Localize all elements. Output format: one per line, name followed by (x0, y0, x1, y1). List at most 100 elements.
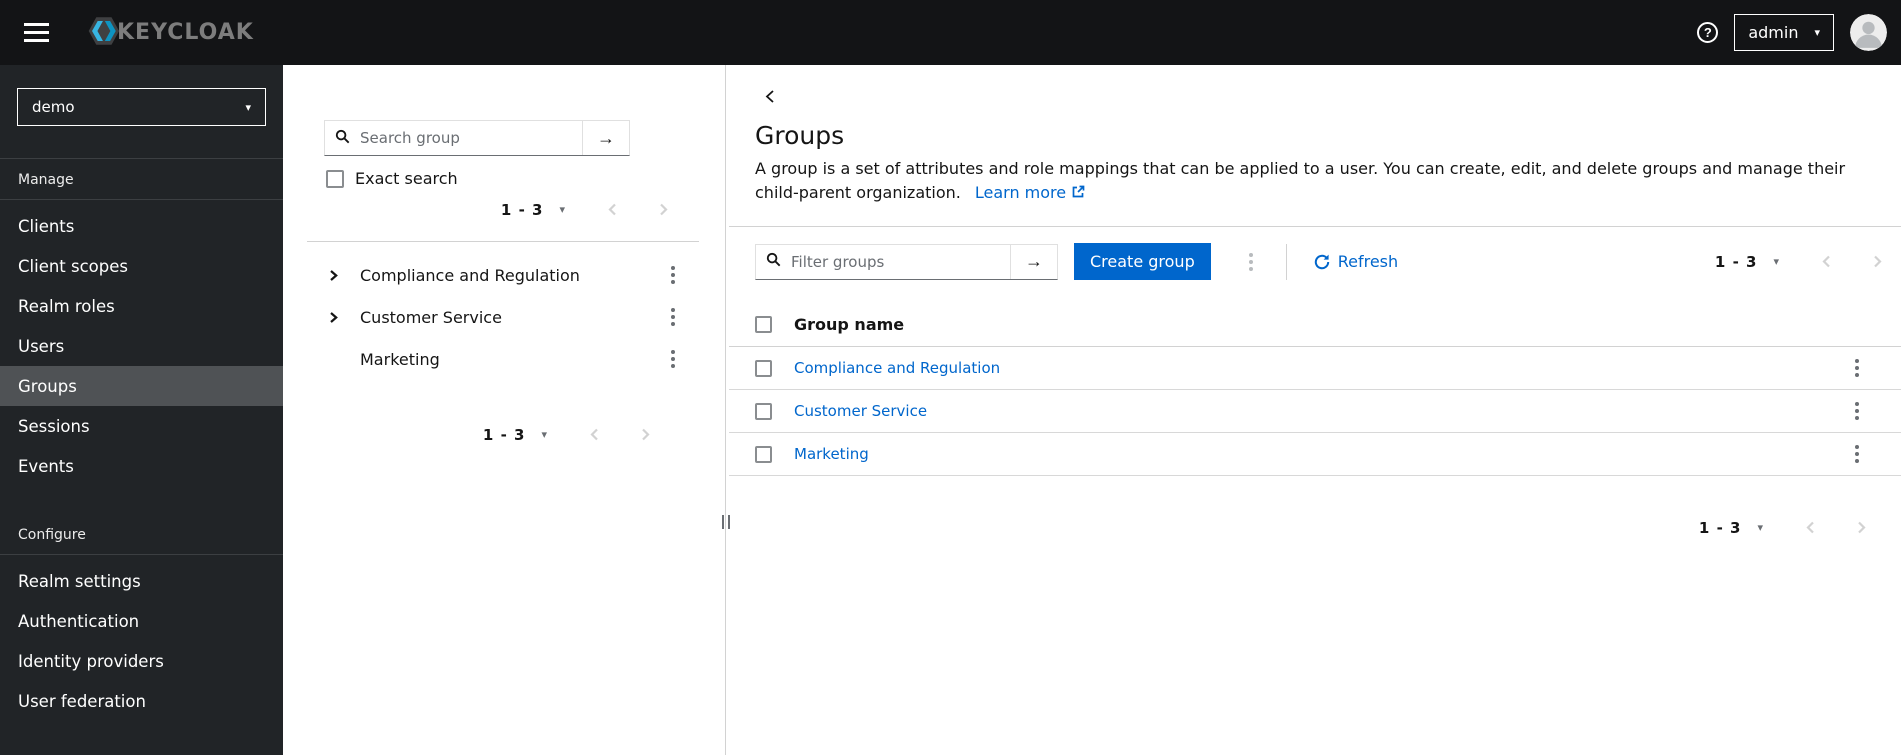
row-kebab-menu-icon[interactable] (1849, 355, 1865, 381)
search-icon (335, 129, 350, 148)
table-pagination-top: 1 - 3 ▾ (1715, 252, 1893, 271)
nav-toggle-button[interactable] (20, 17, 53, 48)
expand-chevron-icon[interactable] (328, 269, 360, 282)
keycloak-logo-icon (83, 12, 121, 54)
refresh-button[interactable]: Refresh (1314, 252, 1398, 271)
sidebar-nav-list: Realm settings Authentication Identity p… (0, 561, 283, 721)
prev-page-button[interactable] (603, 200, 622, 219)
prev-page-button[interactable] (1801, 518, 1820, 537)
table-header-row: Group name (729, 302, 1901, 347)
keycloak-logo: KEYCLOAK (83, 12, 254, 54)
table-row: Compliance and Regulation (729, 347, 1901, 390)
row-checkbox[interactable] (755, 359, 772, 377)
chevron-down-icon: ▾ (541, 428, 547, 441)
sidebar-divider (0, 554, 283, 555)
sidebar-item-identity-providers[interactable]: Identity providers (0, 641, 283, 681)
sidebar-item-user-federation[interactable]: User federation (0, 681, 283, 721)
expand-chevron-icon[interactable] (328, 311, 360, 324)
sidebar-item-events[interactable]: Events (0, 446, 283, 486)
sidebar-item-clients[interactable]: Clients (0, 206, 283, 246)
next-page-button[interactable] (1868, 252, 1887, 271)
create-group-button[interactable]: Create group (1074, 243, 1211, 280)
filter-groups-group: → (755, 243, 1058, 280)
chevron-right-icon (1874, 255, 1882, 268)
chevron-down-icon: ▾ (1757, 521, 1763, 534)
page-description-text: A group is a set of attributes and role … (755, 159, 1846, 202)
keycloak-logo-text: KEYCLOAK (117, 20, 254, 45)
chevron-right-icon (660, 203, 668, 216)
learn-more-link[interactable]: Learn more (975, 183, 1085, 202)
row-kebab-menu-icon[interactable] (1849, 398, 1865, 424)
exact-search-option: Exact search (326, 169, 723, 188)
filter-submit-button[interactable]: → (1010, 244, 1057, 279)
search-submit-button[interactable]: → (582, 121, 629, 155)
toolbar-divider (1285, 243, 1287, 280)
pagination-range: 1 - 3 (1714, 252, 1758, 271)
external-link-icon (1072, 185, 1085, 198)
kebab-menu-icon[interactable] (665, 262, 681, 288)
sidebar-item-groups[interactable]: Groups (0, 366, 283, 406)
sidebar: demo ▾ Manage Clients Client scopes Real… (0, 65, 283, 755)
sidebar-item-users[interactable]: Users (0, 326, 283, 366)
per-page-dropdown[interactable]: 1 - 3 ▾ (1699, 519, 1763, 537)
toolbar-kebab-menu-icon[interactable] (1243, 249, 1259, 275)
kebab-menu-icon[interactable] (665, 346, 681, 372)
page-description: A group is a set of attributes and role … (755, 157, 1855, 205)
avatar[interactable] (1850, 14, 1887, 51)
group-tree: Compliance and Regulation Customer Servi… (283, 254, 723, 380)
per-page-dropdown[interactable]: 1 - 3 ▾ (1715, 253, 1779, 271)
sidebar-item-realm-roles[interactable]: Realm roles (0, 286, 283, 326)
per-page-dropdown[interactable]: 1 - 3 ▾ (483, 426, 547, 444)
tree-item-label[interactable]: Compliance and Regulation (360, 266, 580, 285)
group-link[interactable]: Compliance and Regulation (794, 359, 1000, 377)
realm-selector[interactable]: demo ▾ (17, 88, 266, 126)
prev-page-button[interactable] (1817, 252, 1836, 271)
search-group-input[interactable] (358, 128, 574, 148)
groups-table: Group name Compliance and Regulation Cus… (729, 302, 1901, 476)
sidebar-item-sessions[interactable]: Sessions (0, 406, 283, 446)
sidebar-section-manage: Manage (18, 172, 74, 188)
per-page-dropdown[interactable]: 1 - 3 ▾ (501, 201, 565, 219)
exact-search-label: Exact search (355, 169, 458, 188)
chevron-left-icon (608, 203, 616, 216)
chevron-down-icon: ▾ (245, 100, 251, 114)
chevron-down-icon: ▾ (1773, 255, 1779, 268)
tree-item-label[interactable]: Marketing (360, 350, 440, 369)
select-all-checkbox[interactable] (755, 315, 772, 333)
tree-item: Customer Service (283, 296, 723, 338)
row-checkbox[interactable] (755, 402, 772, 420)
group-link[interactable]: Customer Service (794, 402, 927, 420)
chevron-left-icon (765, 90, 774, 103)
next-page-button[interactable] (636, 425, 655, 444)
pagination-range: 1 - 3 (482, 425, 526, 444)
sidebar-item-client-scopes[interactable]: Client scopes (0, 246, 283, 286)
arrow-right-icon: → (597, 127, 615, 148)
prev-page-button[interactable] (585, 425, 604, 444)
panel-resizer[interactable] (722, 65, 730, 755)
row-kebab-menu-icon[interactable] (1849, 441, 1865, 467)
sidebar-item-authentication[interactable]: Authentication (0, 601, 283, 641)
user-menu-dropdown[interactable]: admin ▾ (1734, 14, 1834, 51)
pagination-range: 1 - 3 (500, 200, 544, 219)
help-button[interactable]: ? (1697, 22, 1719, 43)
collapse-panel-button[interactable] (755, 87, 785, 109)
chevron-down-icon: ▾ (1814, 26, 1820, 39)
tree-pagination-top: 1 - 3 ▾ (283, 200, 723, 219)
tree-item-label[interactable]: Customer Service (360, 308, 502, 327)
next-page-button[interactable] (654, 200, 673, 219)
chevron-right-icon (1858, 521, 1866, 534)
tree-pagination-bottom: 1 - 3 ▾ (283, 425, 723, 444)
tree-item: Compliance and Regulation (283, 254, 723, 296)
sidebar-item-realm-settings[interactable]: Realm settings (0, 561, 283, 601)
kebab-menu-icon[interactable] (665, 304, 681, 330)
group-link[interactable]: Marketing (794, 445, 869, 463)
exact-search-checkbox[interactable] (326, 169, 344, 188)
realm-selector-value: demo (32, 98, 75, 116)
chevron-left-icon (590, 428, 598, 441)
table-row: Marketing (729, 433, 1901, 476)
filter-groups-input[interactable] (789, 251, 1002, 272)
chevron-right-icon (642, 428, 650, 441)
row-checkbox[interactable] (755, 445, 772, 463)
next-page-button[interactable] (1852, 518, 1871, 537)
tree-divider (307, 241, 699, 242)
